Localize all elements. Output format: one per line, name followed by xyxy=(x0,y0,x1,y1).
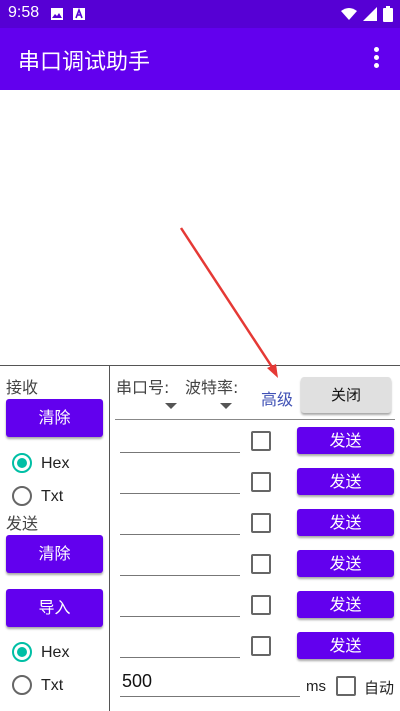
receive-hex-radio[interactable] xyxy=(12,453,32,473)
send-row-checkbox[interactable] xyxy=(251,472,271,492)
status-bar: 9:58 xyxy=(0,0,400,28)
send-row-button[interactable]: 发送 xyxy=(297,550,394,577)
battery-icon xyxy=(383,6,393,22)
receive-label: 接收 xyxy=(6,378,39,397)
divider-vertical xyxy=(109,365,110,711)
import-button[interactable]: 导入 xyxy=(6,589,103,627)
send-row-button[interactable]: 发送 xyxy=(297,427,394,454)
overflow-menu-icon[interactable] xyxy=(368,46,384,70)
send-row-input[interactable] xyxy=(120,628,240,658)
send-row-checkbox[interactable] xyxy=(251,636,271,656)
baud-spinner[interactable] xyxy=(187,396,242,420)
close-port-button[interactable]: 关闭 xyxy=(301,377,391,413)
status-time: 9:58 xyxy=(8,4,40,21)
image-icon xyxy=(51,8,63,20)
send-row-input[interactable] xyxy=(120,464,240,494)
send-row-input[interactable] xyxy=(120,423,240,453)
send-row-button[interactable]: 发送 xyxy=(297,468,394,495)
baud-label: 波特率: xyxy=(185,378,239,397)
header-underline xyxy=(115,419,395,420)
interval-input[interactable]: 500 xyxy=(120,669,300,697)
interval-unit: ms xyxy=(306,678,326,695)
app-bar: 串口调试助手 xyxy=(0,28,400,90)
receive-hex-label: Hex xyxy=(41,455,70,472)
a-text-icon xyxy=(73,7,85,20)
send-row-input[interactable] xyxy=(120,505,240,535)
send-hex-label: Hex xyxy=(41,644,70,661)
app-title: 串口调试助手 xyxy=(18,50,151,75)
wifi-icon xyxy=(341,8,357,20)
receive-txt-radio[interactable] xyxy=(12,486,32,506)
send-row-button[interactable]: 发送 xyxy=(297,591,394,618)
signal-icon xyxy=(363,7,377,21)
receive-clear-button[interactable]: 清除 xyxy=(6,399,103,437)
receive-txt-label: Txt xyxy=(41,488,64,505)
auto-send-label: 自动 xyxy=(364,679,395,697)
receive-area[interactable] xyxy=(0,90,400,365)
send-row-input[interactable] xyxy=(120,587,240,617)
advanced-link[interactable]: 高级 xyxy=(261,386,293,410)
port-label: 串口号: xyxy=(116,378,170,397)
send-hex-radio[interactable] xyxy=(12,642,32,662)
send-row-checkbox[interactable] xyxy=(251,595,271,615)
send-row-button[interactable]: 发送 xyxy=(297,632,394,659)
send-clear-button[interactable]: 清除 xyxy=(6,535,103,573)
send-row-input[interactable] xyxy=(120,546,240,576)
send-txt-label: Txt xyxy=(41,677,64,694)
send-label: 发送 xyxy=(6,514,39,533)
send-row-checkbox[interactable] xyxy=(251,554,271,574)
send-row-button[interactable]: 发送 xyxy=(297,509,394,536)
send-txt-radio[interactable] xyxy=(12,675,32,695)
dropdown-caret-icon xyxy=(165,403,177,409)
auto-send-checkbox[interactable] xyxy=(336,676,356,696)
divider-horizontal xyxy=(0,365,400,366)
dropdown-caret-icon xyxy=(220,403,232,409)
send-row-checkbox[interactable] xyxy=(251,513,271,533)
send-row-checkbox[interactable] xyxy=(251,431,271,451)
